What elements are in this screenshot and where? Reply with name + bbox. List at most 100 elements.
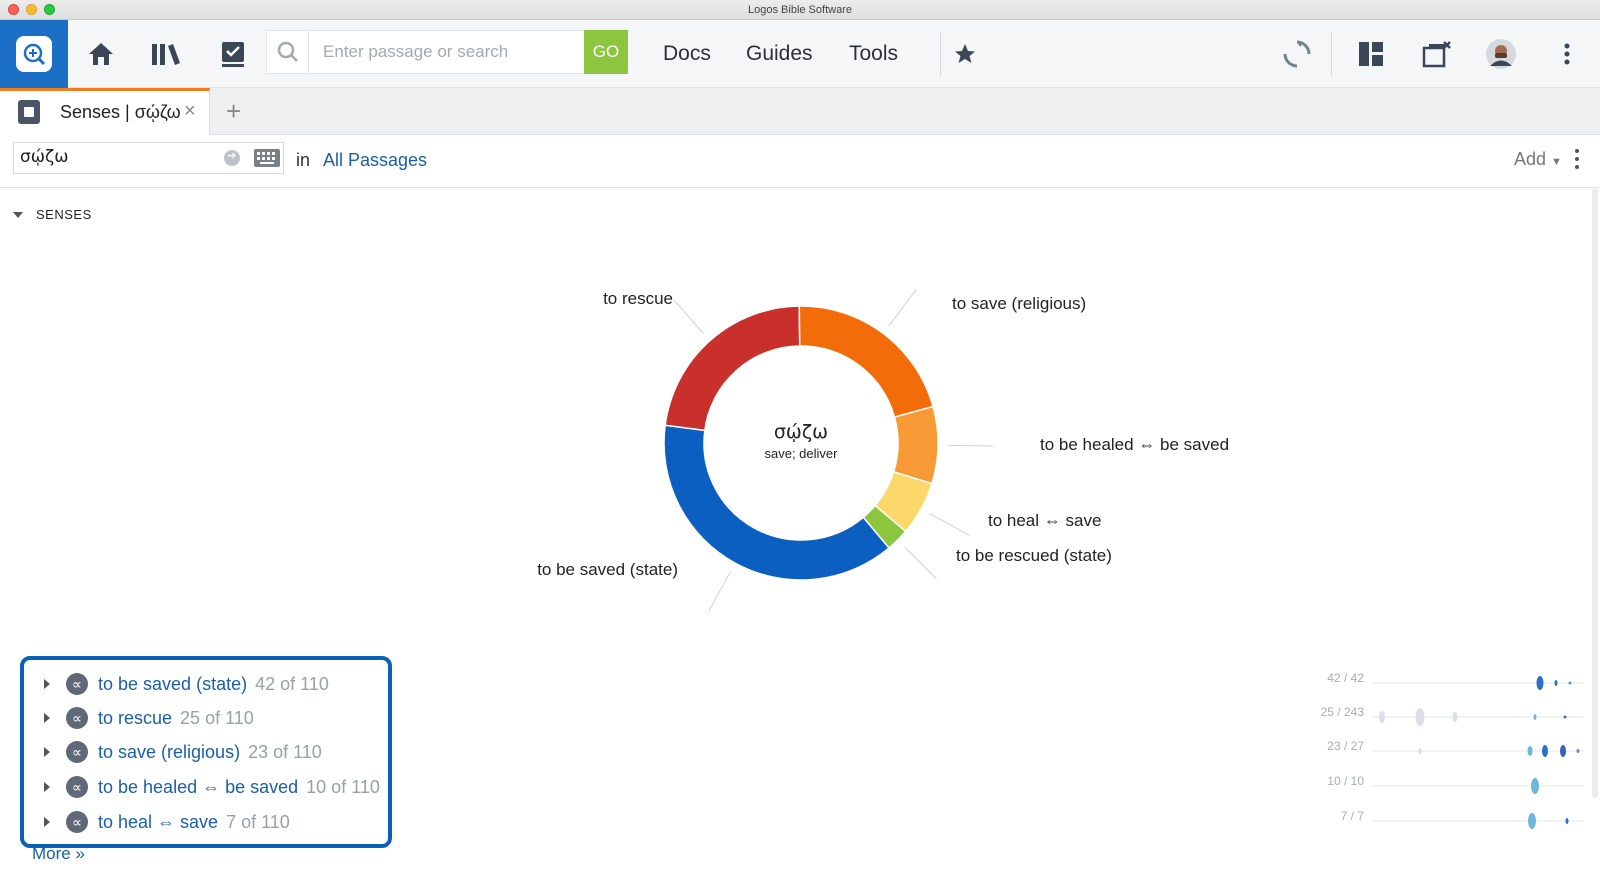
leader-line [888,289,917,326]
library-icon[interactable] [149,37,183,71]
minimize-window-button[interactable] [26,4,37,15]
distribution-blip [1533,714,1537,720]
tab-senses[interactable]: Senses | σῴζω × [0,88,210,135]
distribution-blip [1536,676,1544,690]
scope-link[interactable]: All Passages [323,150,427,171]
leader-line [708,571,731,612]
sense-icon: ∝ [66,741,88,763]
sync-icon[interactable] [1280,37,1314,71]
sense-row[interactable]: ∝ to save (religious) 23 of 110 [44,737,322,767]
add-label: Add [1514,149,1547,169]
sense-label[interactable]: to save (religious) [98,742,240,763]
tools-menu[interactable]: Tools [849,42,898,66]
passage-search-input[interactable] [309,42,581,62]
sense-label[interactable]: to heal ⇔ save [98,812,218,833]
passage-search-box: GO [266,30,628,74]
distribution-blip [1554,680,1558,686]
logos-logo-icon [16,36,52,72]
expand-caret-icon[interactable] [44,747,50,757]
distribution-blip [1542,745,1548,757]
go-arrow-icon[interactable] [224,149,240,166]
close-window-button[interactable] [8,4,19,15]
distribution-blip [1379,711,1385,723]
docs-menu[interactable]: Docs [663,42,711,66]
user-avatar[interactable] [1484,37,1518,71]
slice-label: to rescue [603,289,673,308]
expand-caret-icon[interactable] [44,782,50,792]
sense-ratio: 25 / 243 [1320,705,1364,719]
in-label: in [296,150,311,170]
sense-row[interactable]: ∝ to heal ⇔ save 7 of 110 [44,807,290,837]
sense-list-highlight: ∝ to be saved (state) 42 of 110 ∝ to res… [20,656,392,848]
guides-menu[interactable]: Guides [746,42,813,66]
home-icon[interactable] [84,37,118,71]
distribution-blip [1528,813,1536,829]
toolbar-separator [940,32,941,76]
sense-count: 23 of 110 [248,741,322,762]
expand-caret-icon[interactable] [44,713,50,723]
add-tab-icon[interactable]: + [226,96,241,127]
sense-row[interactable]: ∝ to be healed ⇔ be saved 10 of 110 [44,772,380,802]
distribution-blip [1576,749,1580,753]
sense-ratio: 42 / 42 [1327,671,1364,685]
donut-slice[interactable] [798,305,934,419]
caret-down-icon: ▼ [1551,156,1562,168]
distribution-blip [1563,715,1567,719]
logos-logo-button[interactable] [0,20,68,88]
distribution-blip [1565,818,1569,824]
query-bar: in All Passages Add ▼ [0,136,1600,188]
donut-slice[interactable] [664,305,801,432]
favorites-star-icon[interactable] [948,37,982,71]
sense-ratio: 23 / 27 [1327,739,1364,753]
panel-menu-icon[interactable] [1574,148,1580,170]
lemma-input[interactable] [20,147,220,167]
expand-caret-icon[interactable] [44,817,50,827]
sense-row[interactable]: ∝ to rescue 25 of 110 [44,703,254,733]
sense-count: 7 of 110 [226,811,290,832]
go-button[interactable]: GO [584,30,628,74]
add-dropdown-button[interactable]: Add ▼ [1514,149,1562,170]
distribution-blip [1452,712,1458,722]
layouts-icon[interactable] [1354,37,1388,71]
leader-line [673,299,704,334]
donut-slice[interactable] [892,405,939,485]
distribution-blip [1415,708,1425,726]
tab-close-icon[interactable]: × [184,100,196,123]
sense-icon: ∝ [66,673,88,695]
expand-caret-icon[interactable] [44,679,50,689]
distribution-blip [1531,778,1539,794]
window-titlebar: Logos Bible Software [0,0,1600,20]
zoom-window-button[interactable] [44,4,55,15]
senses-donut-chart: to be saved (state) to rescue to save (rel… [537,289,1229,612]
sense-count: 10 of 110 [306,776,380,797]
senses-panel: SENSES to be saved (state) to rescue to sa… [0,188,1600,869]
senses-tab-icon [18,100,40,124]
distribution-blip [1527,746,1533,756]
keyboard-icon[interactable] [254,149,280,167]
distribution-blip [1418,748,1422,754]
slice-label: to be saved (state) [537,560,678,579]
sense-label[interactable]: to be healed ⇔ be saved [98,777,298,798]
sense-icon: ∝ [66,776,88,798]
close-panels-icon[interactable] [1420,37,1454,71]
sense-count: 25 of 110 [180,707,254,728]
sense-label[interactable]: to rescue [98,708,172,729]
sense-row[interactable]: ∝ to be saved (state) 42 of 110 [44,669,329,699]
sense-ratio: 7 / 7 [1340,809,1364,823]
leader-line [929,513,970,536]
more-menu-icon[interactable] [1550,37,1584,71]
slice-label: to be healed ⇔ be saved [1040,435,1229,454]
chart-center-subtitle: save; deliver [765,446,839,461]
scrollbar[interactable] [1592,188,1598,798]
distribution-blip [1568,681,1572,685]
sense-icon: ∝ [66,707,88,729]
sense-label[interactable]: to be saved (state) [98,674,247,695]
more-link[interactable]: More » [32,844,85,864]
sense-count: 42 of 110 [255,673,329,694]
lemma-field [13,142,284,174]
distribution-blip [1560,745,1566,757]
leader-line [947,444,993,447]
main-toolbar: GO Docs Guides Tools [0,20,1600,88]
checklist-icon[interactable] [216,37,250,71]
sense-icon: ∝ [66,811,88,833]
